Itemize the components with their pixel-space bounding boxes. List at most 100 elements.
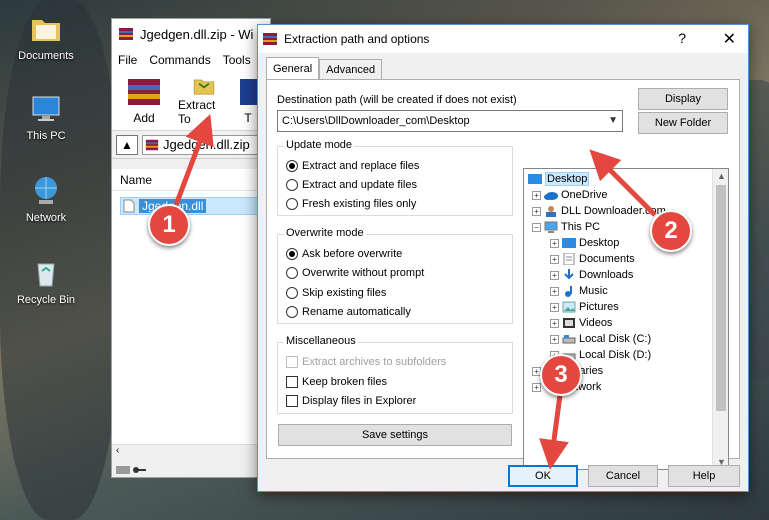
display-button[interactable]: Display xyxy=(638,88,728,110)
desktop-icon-this-pc[interactable]: This PC xyxy=(8,92,84,142)
radio-ask-before-overwrite[interactable]: Ask before overwrite xyxy=(286,248,402,260)
tree-item-downloads[interactable]: + Downloads xyxy=(550,267,633,283)
check-display-in-explorer[interactable]: Display files in Explorer xyxy=(286,395,416,407)
add-archive-icon xyxy=(128,79,160,105)
tree-item-pictures[interactable]: + Pictures xyxy=(550,299,619,315)
radio-rename-automatically[interactable]: Rename automatically xyxy=(286,306,411,318)
radio-button[interactable] xyxy=(286,160,298,172)
cancel-button[interactable]: Cancel xyxy=(588,465,658,487)
tree-item-desktop[interactable]: + Desktop xyxy=(550,235,619,251)
radio-skip-existing[interactable]: Skip existing files xyxy=(286,287,386,299)
winrar-title-bar[interactable]: Jgedgen.dll.zip - Wi xyxy=(112,19,270,49)
collapse-icon[interactable]: − xyxy=(532,222,541,232)
winrar-path-field[interactable]: Jgedgen.dll.zip xyxy=(142,134,270,155)
radio-overwrite-without-prompt[interactable]: Overwrite without prompt xyxy=(286,267,424,279)
file-row[interactable]: Jgedgen.dll xyxy=(120,197,272,215)
save-settings-button[interactable]: Save settings xyxy=(278,424,512,446)
radio-button[interactable] xyxy=(286,248,298,260)
extract-to-icon xyxy=(193,79,215,95)
tree-vscrollbar[interactable]: ▲ ▼ xyxy=(712,169,728,469)
checkbox[interactable] xyxy=(286,376,298,388)
checkbox[interactable] xyxy=(286,395,298,407)
menu-commands[interactable]: Commands xyxy=(149,53,210,67)
tree-item-music[interactable]: + Music xyxy=(550,283,608,299)
winrar-status-bar xyxy=(112,461,272,479)
winrar-path-bar: ▲ Jgedgen.dll.zip xyxy=(112,131,270,159)
extract-to-button[interactable]: Extract To xyxy=(178,75,230,126)
destination-path-combo[interactable]: C:\Users\DllDownloader_com\Desktop ▼ xyxy=(277,110,623,132)
tree-item-desktop-root[interactable]: Desktop xyxy=(528,171,590,187)
test-button[interactable]: T xyxy=(238,75,258,126)
winrar-window: Jgedgen.dll.zip - Wi File Commands Tools… xyxy=(111,18,272,479)
expand-icon[interactable]: + xyxy=(550,254,559,264)
winrar-app-icon xyxy=(263,33,277,45)
radio-button[interactable] xyxy=(286,198,298,210)
radio-extract-replace[interactable]: Extract and replace files xyxy=(286,160,419,172)
menu-tools[interactable]: Tools xyxy=(223,53,251,67)
general-tab-panel: Destination path (will be created if doe… xyxy=(266,79,740,470)
desktop-icon-label: This PC xyxy=(26,130,66,142)
radio-button[interactable] xyxy=(286,179,298,191)
desktop-folder-icon xyxy=(528,174,542,184)
tree-item-this-pc[interactable]: − This PC xyxy=(532,219,600,235)
tab-general[interactable]: General xyxy=(266,57,320,79)
radio-button[interactable] xyxy=(286,306,298,318)
expand-icon[interactable]: + xyxy=(550,318,559,328)
desktop-icon-network[interactable]: Network xyxy=(8,174,84,224)
expand-icon[interactable]: + xyxy=(550,302,559,312)
new-folder-button[interactable]: New Folder xyxy=(638,112,728,134)
add-button[interactable]: Add xyxy=(118,75,170,126)
tree-item-dll-downloader[interactable]: + DLL Downloader.com xyxy=(532,203,666,219)
dialog-title-bar[interactable]: Extraction path and options ? ✕ xyxy=(258,25,748,53)
extraction-dialog: Extraction path and options ? ✕ General … xyxy=(257,24,749,492)
key-status-icon xyxy=(133,467,146,473)
desktop-icon-label: Recycle Bin xyxy=(16,294,76,306)
overwrite-mode-group: Overwrite mode Ask before overwrite Over… xyxy=(277,227,513,324)
check-extract-subfolders: Extract archives to subfolders xyxy=(286,356,446,368)
winrar-menu-bar: File Commands Tools xyxy=(112,49,270,71)
tab-advanced[interactable]: Advanced xyxy=(319,59,383,79)
desktop-icon-documents[interactable]: Documents xyxy=(8,12,84,62)
chevron-down-icon[interactable]: ▼ xyxy=(608,115,618,126)
menu-file[interactable]: File xyxy=(118,53,137,67)
winrar-hscrollbar[interactable]: ‹ xyxy=(112,444,272,460)
dialog-tabs: General Advanced xyxy=(266,57,383,79)
expand-icon[interactable]: + xyxy=(550,270,559,280)
radio-extract-update[interactable]: Extract and update files xyxy=(286,179,417,191)
radio-fresh-existing[interactable]: Fresh existing files only xyxy=(286,198,416,210)
tree-item-videos[interactable]: + Videos xyxy=(550,315,612,331)
help-title-button[interactable]: ? xyxy=(678,30,686,46)
close-button[interactable]: ✕ xyxy=(723,29,736,49)
tree-item-documents[interactable]: + Documents xyxy=(550,251,635,267)
checkbox xyxy=(286,356,298,368)
destination-path-value: C:\Users\DllDownloader_com\Desktop xyxy=(282,115,470,127)
tree-item-onedrive[interactable]: + OneDrive xyxy=(532,187,607,203)
network-icon xyxy=(29,174,63,208)
step-marker-3: 3 xyxy=(540,354,582,396)
videos-icon xyxy=(563,318,575,328)
dialog-title: Extraction path and options xyxy=(284,32,430,46)
folder-tree[interactable]: Desktop + OneDrive + DLL Downloader.com … xyxy=(523,168,729,470)
step-marker-2: 2 xyxy=(650,210,692,252)
documents-folder-icon xyxy=(29,12,63,46)
ok-button[interactable]: OK xyxy=(508,465,578,487)
radio-button[interactable] xyxy=(286,287,298,299)
expand-icon[interactable]: + xyxy=(532,382,541,392)
desktop-icon-recycle-bin[interactable]: Recycle Bin xyxy=(8,256,84,306)
this-pc-icon xyxy=(29,92,63,126)
help-button[interactable]: Help xyxy=(668,465,740,487)
scroll-thumb[interactable] xyxy=(716,185,726,411)
desktop-icon-label: Network xyxy=(25,212,67,224)
expand-icon[interactable]: + xyxy=(550,334,559,344)
radio-button[interactable] xyxy=(286,267,298,279)
column-header-name[interactable]: Name xyxy=(112,169,272,191)
expand-icon[interactable]: + xyxy=(532,190,541,200)
scroll-up-icon[interactable]: ▲ xyxy=(717,171,726,181)
expand-icon[interactable]: + xyxy=(550,238,559,248)
check-keep-broken[interactable]: Keep broken files xyxy=(286,376,387,388)
up-arrow-icon: ▲ xyxy=(121,137,133,152)
expand-icon[interactable]: + xyxy=(550,286,559,296)
expand-icon[interactable]: + xyxy=(532,206,541,216)
tree-item-local-disk-c[interactable]: + Local Disk (C:) xyxy=(550,331,651,347)
up-folder-button[interactable]: ▲ xyxy=(116,134,138,155)
